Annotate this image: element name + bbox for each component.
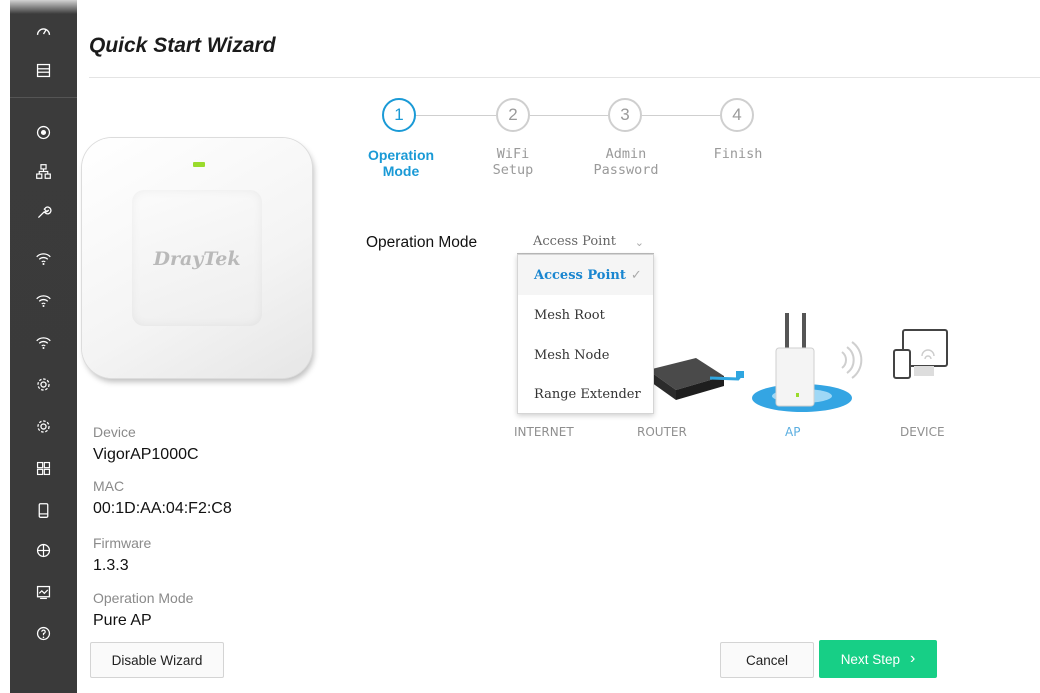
operation-mode-selected-value: Access Point [533,234,616,249]
dropdown-option-access-point[interactable]: Access Point ✓ [518,255,653,295]
diagram-label-ap: AP [785,425,801,439]
option-label: Access Point [534,267,626,283]
settings-icon[interactable] [10,369,77,399]
sidebar-separator [10,97,77,98]
operation-mode-select[interactable]: Access Point ⌄ [517,232,654,254]
globe-icon[interactable] [10,535,77,565]
chevron-right-icon: › [909,650,916,667]
monitor-icon[interactable] [10,577,77,607]
device-value: VigorAP1000C [93,446,199,463]
wizard-icon[interactable] [10,117,77,147]
step-2-label-line2: Setup [492,162,534,178]
sidebar-bar [10,0,77,693]
step-connector [642,115,720,116]
step-connector [416,115,496,116]
mac-label: MAC [93,478,125,494]
device-image: DrayTek [82,138,312,378]
step-3-label-line2: Password [593,162,659,178]
device-monitor-icon [893,329,948,379]
check-icon: ✓ [630,267,642,283]
chevron-down-icon: ⌄ [634,236,644,249]
step-connector [530,115,608,116]
next-step-button[interactable]: Next Step › [819,640,937,678]
tools-icon[interactable] [10,197,77,227]
wireless-icon[interactable] [10,285,77,315]
cancel-button[interactable]: Cancel [720,642,814,678]
step-4-label-line1: Finish [713,146,763,162]
step-1-circle: 1 [382,98,416,132]
dropdown-option-range-extender[interactable]: Range Extender [518,374,653,414]
diagram-label-internet: INTERNET [514,425,574,439]
diagram-label-router: ROUTER [637,425,687,439]
operation-mode-dropdown: Access Point ✓ Mesh Root Mesh Node Range… [517,254,654,414]
dropdown-option-mesh-node[interactable]: Mesh Node [518,335,653,375]
network-icon[interactable] [10,156,77,186]
wireless-icon[interactable] [10,243,77,273]
ap-icon [775,313,815,407]
step-1-label: Operation Mode [356,147,446,179]
step-4-label: Finish [693,146,783,162]
firmware-value: 1.3.3 [93,557,129,574]
signal-icon [841,341,863,379]
disable-wizard-button[interactable]: Disable Wizard [90,642,224,678]
operation-mode-info-label: Operation Mode [93,590,194,606]
dropdown-option-mesh-root[interactable]: Mesh Root [518,295,653,335]
mac-value: 00:1D:AA:04:F2:C8 [93,500,232,517]
device-brand-logo: DrayTek [153,248,241,270]
operation-mode-info-value: Pure AP [93,612,152,629]
step-2-circle: 2 [496,98,530,132]
help-icon[interactable] [10,618,77,648]
page-title: Quick Start Wizard [89,34,276,57]
title-divider [89,77,1040,78]
dashboard-icon[interactable] [10,16,77,46]
device-label: Device [93,424,136,440]
step-4-circle: 4 [720,98,754,132]
cable-plug-icon [736,371,744,378]
step-1-label-line2: Mode [382,163,420,179]
device-led [193,162,205,167]
next-step-label: Next Step [840,651,900,667]
wireless-icon[interactable] [10,327,77,357]
firmware-label: Firmware [93,535,152,551]
step-2-label-line1: WiFi [496,146,530,162]
diagram-label-device: DEVICE [900,425,945,439]
step-3-label: Admin Password [581,146,671,178]
step-3-label-line1: Admin [605,146,647,162]
step-3-circle: 3 [608,98,642,132]
operation-mode-label: Operation Mode [366,234,478,251]
step-1-label-line1: Operation [367,147,435,163]
settings-icon[interactable] [10,411,77,441]
device-icon[interactable] [10,495,77,525]
sidebar [0,0,77,693]
step-2-label: WiFi Setup [468,146,558,178]
status-icon[interactable] [10,55,77,85]
apps-icon[interactable] [10,453,77,483]
